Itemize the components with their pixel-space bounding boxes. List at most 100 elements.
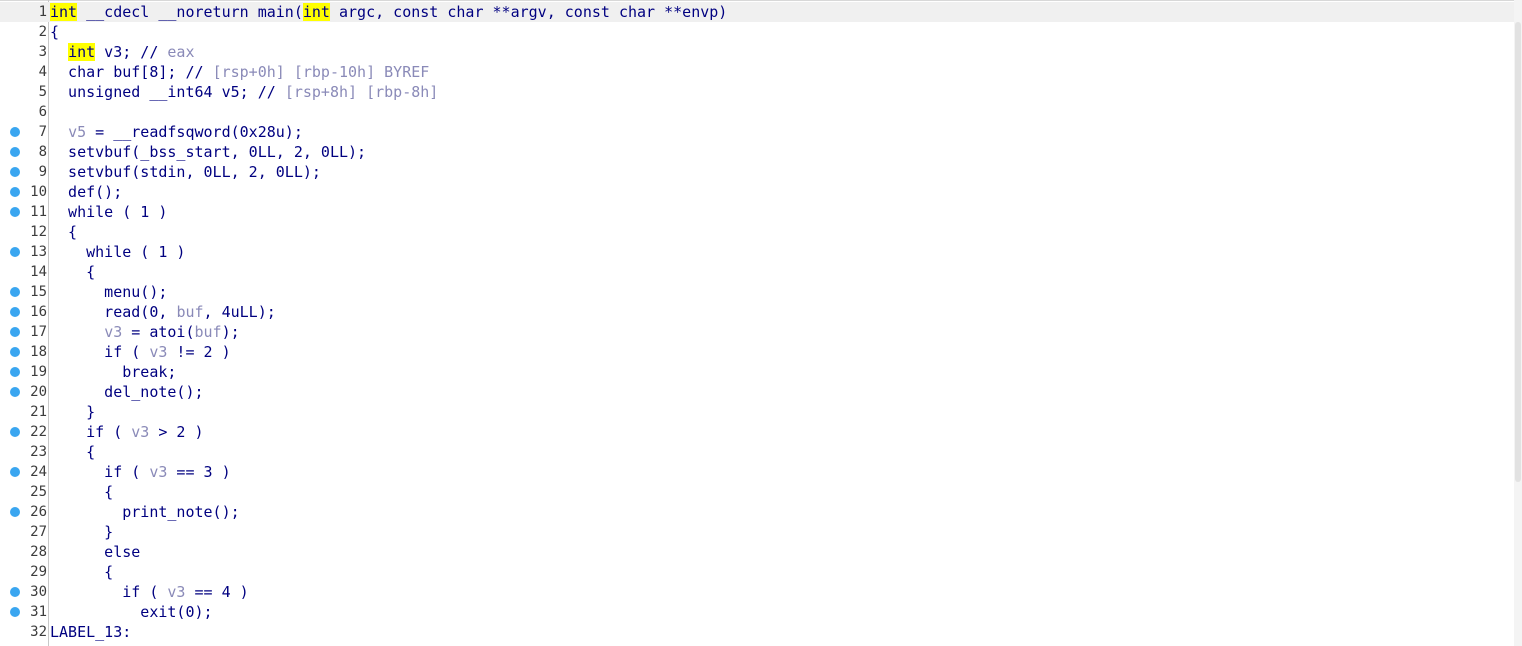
code-text[interactable]: { bbox=[50, 262, 95, 282]
line-gutter[interactable]: 7 bbox=[0, 122, 48, 142]
line-gutter[interactable]: 2 bbox=[0, 22, 48, 42]
breakpoint-dot-icon[interactable] bbox=[10, 387, 20, 397]
breakpoint-dot-icon[interactable] bbox=[10, 607, 20, 617]
code-line[interactable]: 6 bbox=[0, 102, 1514, 122]
code-line[interactable]: 21 } bbox=[0, 402, 1514, 422]
line-gutter[interactable]: 21 bbox=[0, 402, 48, 422]
breakpoint-dot-icon[interactable] bbox=[10, 507, 20, 517]
code-text[interactable]: if ( v3 != 2 ) bbox=[50, 342, 230, 362]
code-line[interactable]: 13 while ( 1 ) bbox=[0, 242, 1514, 262]
code-line[interactable]: 28 else bbox=[0, 542, 1514, 562]
code-text[interactable]: { bbox=[50, 22, 59, 42]
line-gutter[interactable]: 12 bbox=[0, 222, 48, 242]
code-text[interactable]: v5 = __readfsqword(0x28u); bbox=[50, 122, 303, 142]
code-text[interactable]: read(0, buf, 4uLL); bbox=[50, 302, 276, 322]
code-line[interactable]: 27 } bbox=[0, 522, 1514, 542]
code-line[interactable]: 23 { bbox=[0, 442, 1514, 462]
line-gutter[interactable]: 16 bbox=[0, 302, 48, 322]
code-area[interactable]: 1 int __cdecl __noreturn main(int argc, c… bbox=[0, 2, 1514, 646]
breakpoint-dot-icon[interactable] bbox=[10, 167, 20, 177]
code-line[interactable]: 24 if ( v3 == 3 ) bbox=[0, 462, 1514, 482]
code-text[interactable]: print_note(); bbox=[50, 502, 239, 522]
line-gutter[interactable]: 11 bbox=[0, 202, 48, 222]
breakpoint-dot-icon[interactable] bbox=[10, 347, 20, 357]
code-line[interactable]: 7 v5 = __readfsqword(0x28u); bbox=[0, 122, 1514, 142]
breakpoint-dot-icon[interactable] bbox=[10, 467, 20, 477]
code-line[interactable]: 30 if ( v3 == 4 ) bbox=[0, 582, 1514, 602]
code-line[interactable]: 19 break; bbox=[0, 362, 1514, 382]
breakpoint-dot-icon[interactable] bbox=[10, 327, 20, 337]
code-text[interactable]: menu(); bbox=[50, 282, 167, 302]
code-line[interactable]: 4 char buf[8]; // [rsp+0h] [rbp-10h] BYR… bbox=[0, 62, 1514, 82]
code-text[interactable]: unsigned __int64 v5; // [rsp+8h] [rbp-8h… bbox=[50, 82, 438, 102]
code-text[interactable]: if ( v3 > 2 ) bbox=[50, 422, 203, 442]
code-line[interactable]: 12 { bbox=[0, 222, 1514, 242]
line-gutter[interactable]: 18 bbox=[0, 342, 48, 362]
code-text[interactable]: break; bbox=[50, 362, 176, 382]
line-gutter[interactable]: 31 bbox=[0, 602, 48, 622]
line-gutter[interactable]: 6 bbox=[0, 102, 48, 122]
code-line[interactable]: 29 { bbox=[0, 562, 1514, 582]
breakpoint-dot-icon[interactable] bbox=[10, 427, 20, 437]
code-line[interactable]: 10 def(); bbox=[0, 182, 1514, 202]
line-gutter[interactable]: 25 bbox=[0, 482, 48, 502]
code-text[interactable]: v3 = atoi(buf); bbox=[50, 322, 239, 342]
breakpoint-dot-icon[interactable] bbox=[10, 127, 20, 137]
code-text[interactable]: while ( 1 ) bbox=[50, 202, 167, 222]
line-gutter[interactable]: 10 bbox=[0, 182, 48, 202]
code-text[interactable]: def(); bbox=[50, 182, 122, 202]
pseudocode-view[interactable]: 1 int __cdecl __noreturn main(int argc, c… bbox=[0, 0, 1522, 646]
line-gutter[interactable]: 13 bbox=[0, 242, 48, 262]
line-gutter[interactable]: 1 bbox=[0, 2, 48, 22]
scrollbar-thumb[interactable] bbox=[1515, 22, 1521, 482]
line-gutter[interactable]: 4 bbox=[0, 62, 48, 82]
code-text[interactable]: if ( v3 == 3 ) bbox=[50, 462, 230, 482]
code-text[interactable]: char buf[8]; // [rsp+0h] [rbp-10h] BYREF bbox=[50, 62, 429, 82]
code-line[interactable]: 14 { bbox=[0, 262, 1514, 282]
code-line[interactable]: 1 int __cdecl __noreturn main(int argc, c… bbox=[0, 2, 1514, 22]
code-line[interactable]: 26 print_note(); bbox=[0, 502, 1514, 522]
code-text[interactable]: while ( 1 ) bbox=[50, 242, 185, 262]
breakpoint-dot-icon[interactable] bbox=[10, 587, 20, 597]
code-line[interactable]: 25 { bbox=[0, 482, 1514, 502]
line-gutter[interactable]: 20 bbox=[0, 382, 48, 402]
code-text[interactable]: setvbuf(_bss_start, 0LL, 2, 0LL); bbox=[50, 142, 366, 162]
breakpoint-dot-icon[interactable] bbox=[10, 207, 20, 217]
code-text[interactable]: } bbox=[50, 522, 113, 542]
line-gutter[interactable]: 30 bbox=[0, 582, 48, 602]
code-line[interactable]: 2{ bbox=[0, 22, 1514, 42]
line-gutter[interactable]: 27 bbox=[0, 522, 48, 542]
breakpoint-dot-icon[interactable] bbox=[10, 287, 20, 297]
code-text[interactable]: exit(0); bbox=[50, 602, 212, 622]
breakpoint-dot-icon[interactable] bbox=[10, 307, 20, 317]
code-line[interactable]: 11 while ( 1 ) bbox=[0, 202, 1514, 222]
code-line[interactable]: 20 del_note(); bbox=[0, 382, 1514, 402]
code-text[interactable]: int __cdecl __noreturn main(int argc, co… bbox=[50, 2, 727, 22]
code-text[interactable]: int v3; // eax bbox=[50, 42, 195, 62]
line-gutter[interactable]: 5 bbox=[0, 82, 48, 102]
breakpoint-dot-icon[interactable] bbox=[10, 147, 20, 157]
line-gutter[interactable]: 23 bbox=[0, 442, 48, 462]
code-line[interactable]: 31 exit(0); bbox=[0, 602, 1514, 622]
line-gutter[interactable]: 17 bbox=[0, 322, 48, 342]
code-text[interactable]: if ( v3 == 4 ) bbox=[50, 582, 248, 602]
code-text[interactable]: { bbox=[50, 562, 113, 582]
code-text[interactable]: LABEL_13: bbox=[50, 622, 131, 642]
code-line[interactable]: 15 menu(); bbox=[0, 282, 1514, 302]
code-line[interactable]: 17 v3 = atoi(buf); bbox=[0, 322, 1514, 342]
line-gutter[interactable]: 9 bbox=[0, 162, 48, 182]
code-line[interactable]: 3 int v3; // eax bbox=[0, 42, 1514, 62]
code-text[interactable]: { bbox=[50, 442, 95, 462]
line-gutter[interactable]: 22 bbox=[0, 422, 48, 442]
line-gutter[interactable]: 24 bbox=[0, 462, 48, 482]
code-line[interactable]: 22 if ( v3 > 2 ) bbox=[0, 422, 1514, 442]
code-line[interactable]: 5 unsigned __int64 v5; // [rsp+8h] [rbp-… bbox=[0, 82, 1514, 102]
code-line[interactable]: 9 setvbuf(stdin, 0LL, 2, 0LL); bbox=[0, 162, 1514, 182]
code-line[interactable]: 16 read(0, buf, 4uLL); bbox=[0, 302, 1514, 322]
line-gutter[interactable]: 32 bbox=[0, 622, 48, 642]
code-text[interactable]: else bbox=[50, 542, 140, 562]
vertical-scrollbar[interactable] bbox=[1514, 0, 1522, 646]
code-line[interactable]: 32 LABEL_13: bbox=[0, 622, 1514, 642]
line-gutter[interactable]: 19 bbox=[0, 362, 48, 382]
breakpoint-dot-icon[interactable] bbox=[10, 367, 20, 377]
